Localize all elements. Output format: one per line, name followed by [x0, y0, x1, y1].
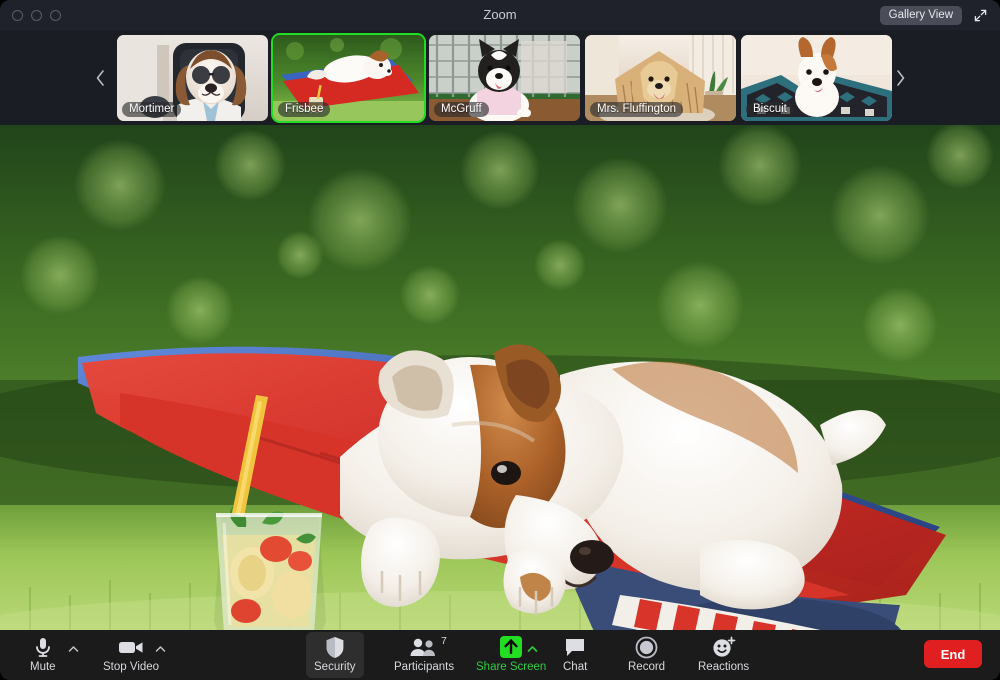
participant-tile-mortimer[interactable]: Mortimer: [117, 35, 268, 121]
chevron-right-icon[interactable]: [882, 30, 918, 125]
security-label: Security: [314, 661, 356, 673]
microphone-icon: [33, 635, 53, 659]
participant-filmstrip: Mortimer Frisbee McGruff Mrs. Fluffingto…: [0, 30, 1000, 125]
people-icon: 7: [409, 635, 447, 659]
audio-options-chevron-up-icon[interactable]: [68, 640, 79, 658]
record-label: Record: [628, 661, 666, 673]
participant-tile-frisbee[interactable]: Frisbee: [273, 35, 424, 121]
chat-button[interactable]: Chat: [555, 632, 595, 678]
stop-video-label: Stop Video: [103, 661, 160, 673]
expand-diagonal-icon[interactable]: [969, 6, 991, 25]
share-screen-button[interactable]: Share Screen: [468, 632, 554, 678]
security-button[interactable]: Security: [306, 632, 364, 678]
record-button[interactable]: Record: [620, 632, 673, 678]
shield-icon: [325, 635, 345, 659]
smiley-plus-icon: [712, 635, 736, 659]
share-screen-label: Share Screen: [476, 661, 547, 673]
page-title: Zoom: [483, 7, 517, 22]
video-camera-icon: [118, 635, 144, 659]
participant-tile-mcgruff[interactable]: McGruff: [429, 35, 580, 121]
reactions-label: Reactions: [698, 661, 750, 673]
stage-scene-image: [0, 125, 1000, 630]
share-screen-up-arrow-icon: [499, 635, 523, 659]
active-speaker-video[interactable]: [0, 125, 1000, 630]
chevron-left-icon[interactable]: [82, 30, 118, 125]
participant-tile-mrs-fluffington[interactable]: Mrs. Fluffington: [585, 35, 736, 121]
share-options-chevron-up-icon[interactable]: [527, 640, 538, 658]
video-options-chevron-up-icon[interactable]: [155, 640, 166, 658]
gallery-view-button[interactable]: Gallery View: [879, 6, 962, 25]
participants-count-badge: 7: [441, 635, 447, 647]
reactions-button[interactable]: Reactions: [690, 632, 757, 678]
mute-label: Mute: [30, 661, 56, 673]
participants-button[interactable]: 7 Participants: [386, 632, 462, 678]
participant-tile-biscuit[interactable]: Biscuit: [741, 35, 892, 121]
end-meeting-button[interactable]: End: [924, 640, 982, 668]
zoom-window: Zoom Gallery View Mortimer Frisbee McGru…: [0, 0, 1000, 680]
chat-bubble-icon: [564, 635, 586, 659]
thumbnail-list: Mortimer Frisbee McGruff Mrs. Fluffingto…: [117, 35, 892, 121]
participant-name-label: Frisbee: [278, 102, 331, 117]
chat-label: Chat: [563, 661, 588, 673]
mute-button[interactable]: Mute: [22, 632, 64, 678]
participant-name-label: Mortimer: [122, 102, 182, 117]
record-circle-icon: [635, 635, 658, 659]
participant-name-label: Mrs. Fluffington: [590, 102, 684, 117]
participants-label: Participants: [394, 661, 455, 673]
meeting-toolbar: Mute Stop Video Security 7 Participants …: [0, 630, 1000, 680]
title-bar: Zoom Gallery View: [0, 0, 1000, 30]
participant-name-label: McGruff: [434, 102, 489, 117]
participant-name-label: Biscuit: [746, 102, 794, 117]
